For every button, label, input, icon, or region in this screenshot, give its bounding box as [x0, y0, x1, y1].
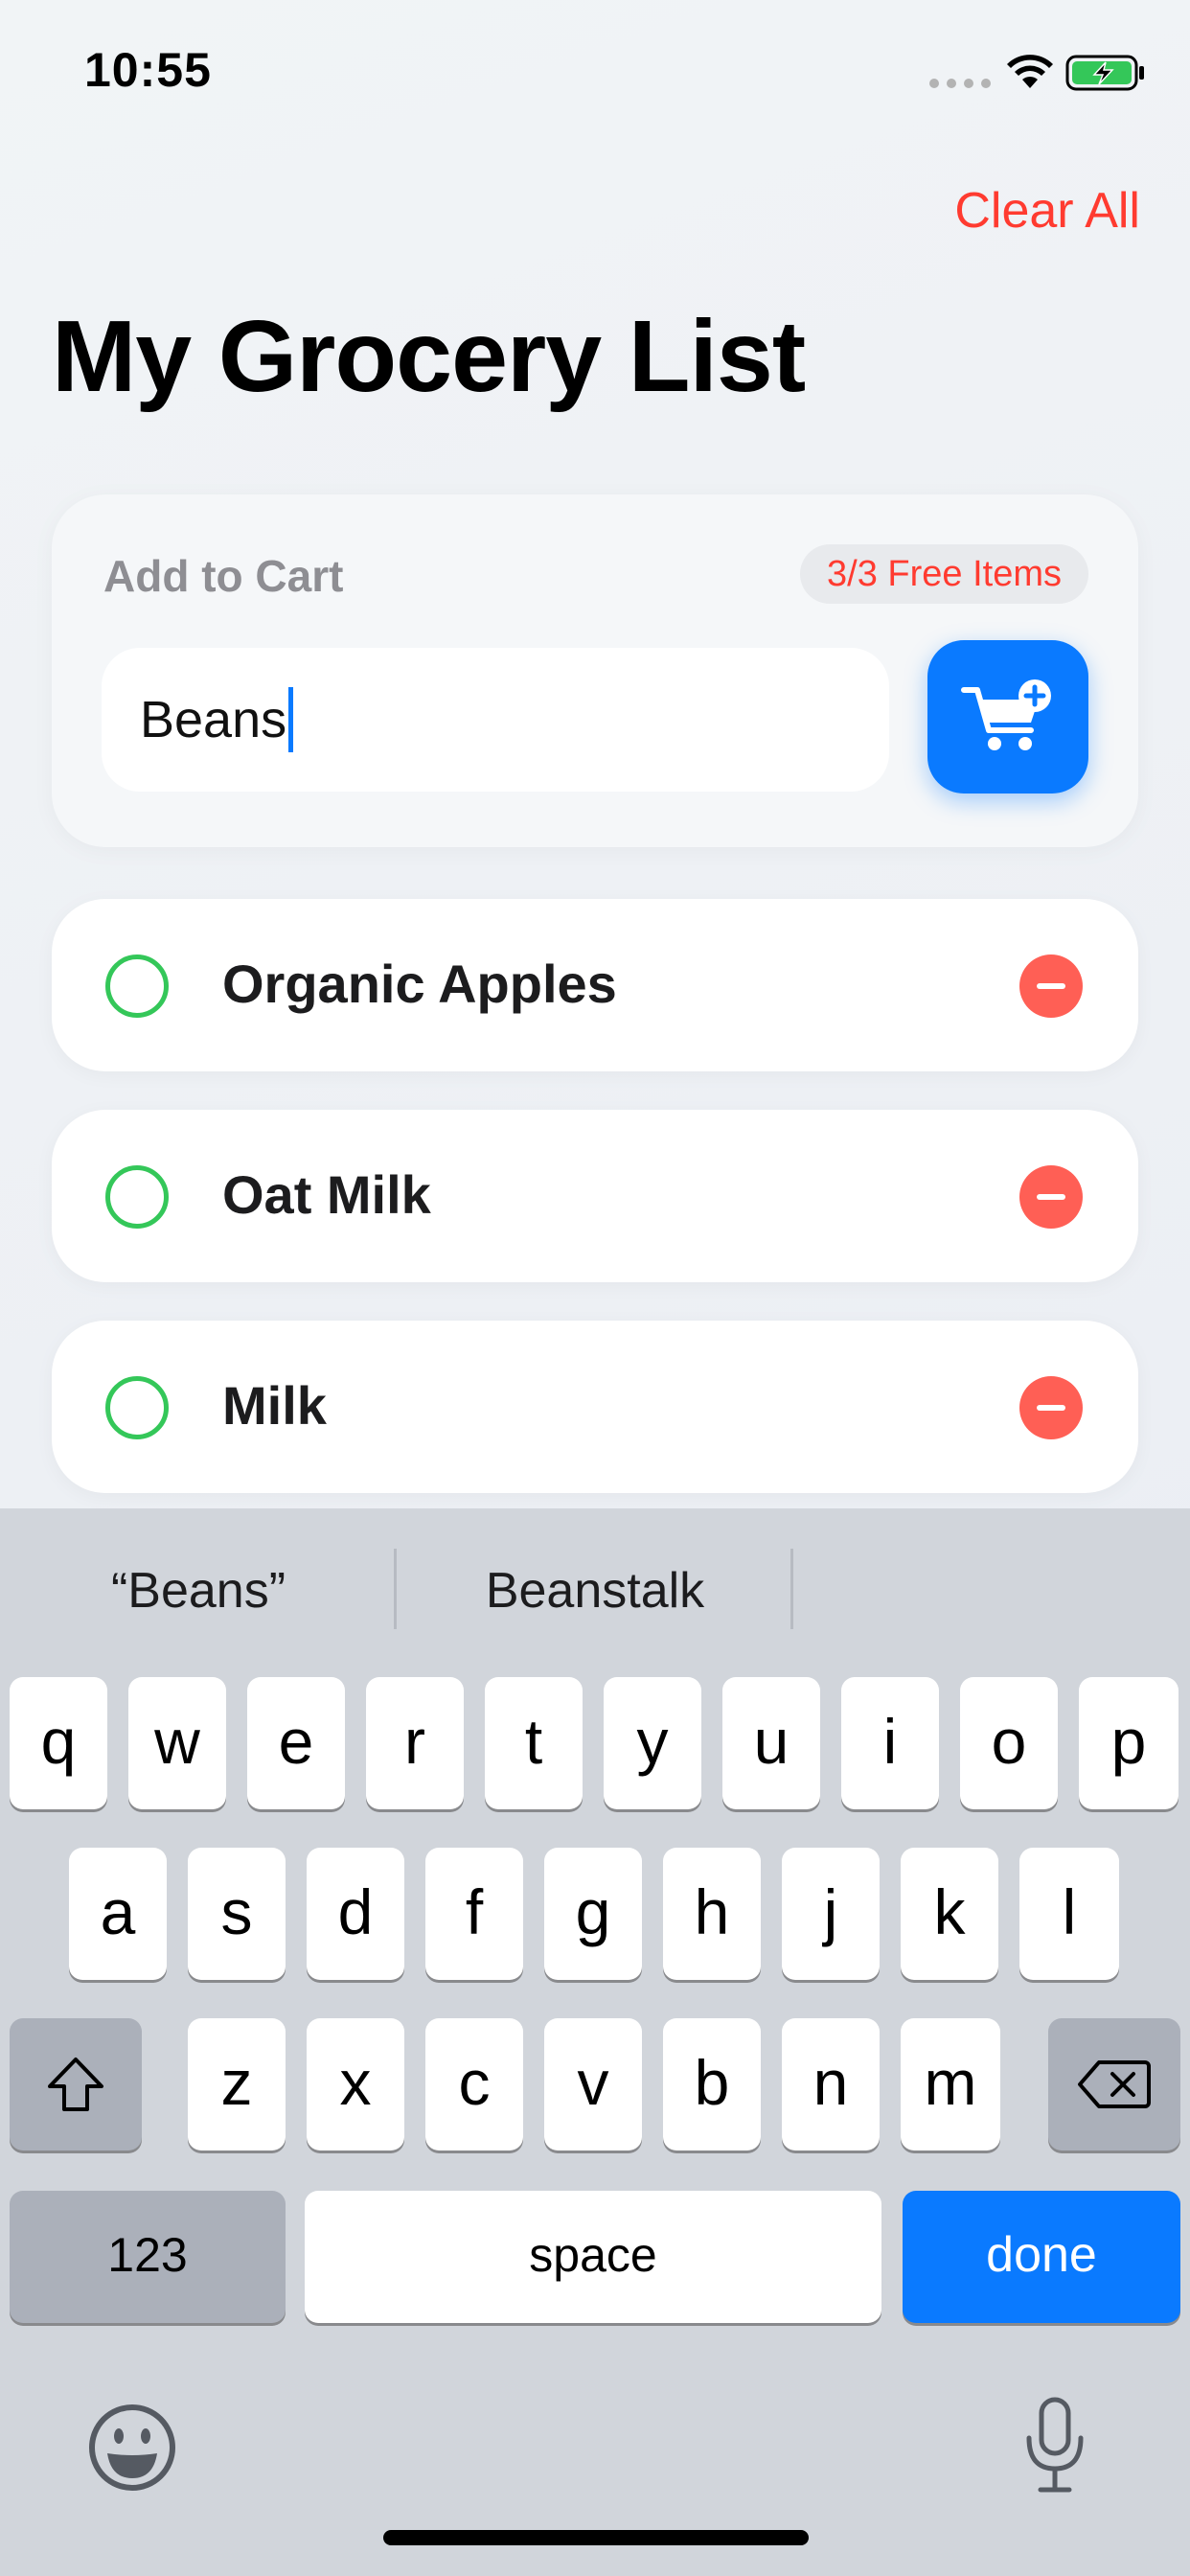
key-v[interactable]: v: [544, 2018, 642, 2150]
cart-plus-icon: [961, 679, 1051, 750]
list-item: Milk: [52, 1321, 1138, 1493]
key-d[interactable]: d: [307, 1848, 404, 1980]
shift-key[interactable]: [10, 2018, 142, 2150]
cellular-signal-icon: [929, 79, 991, 88]
wifi-icon: [1007, 55, 1053, 88]
checkbox-circle-icon[interactable]: [105, 1165, 169, 1229]
key-g[interactable]: g: [544, 1848, 642, 1980]
item-label: Organic Apples: [222, 954, 617, 1014]
key-b[interactable]: b: [663, 2018, 761, 2150]
key-z[interactable]: z: [188, 2018, 286, 2150]
numbers-key[interactable]: 123: [10, 2191, 286, 2323]
status-time: 10:55: [84, 43, 212, 97]
done-key[interactable]: done: [903, 2191, 1180, 2323]
key-a[interactable]: a: [69, 1848, 167, 1980]
key-x[interactable]: x: [307, 2018, 404, 2150]
key-t[interactable]: t: [485, 1677, 583, 1809]
checkbox-circle-icon[interactable]: [105, 954, 169, 1018]
key-y[interactable]: y: [604, 1677, 701, 1809]
status-bar: 10:55: [0, 0, 1190, 144]
add-to-cart-card: Add to Cart 3/3 Free Items Beans: [52, 494, 1138, 847]
key-f[interactable]: f: [425, 1848, 523, 1980]
text-caret: [288, 687, 294, 752]
home-indicator: [383, 2530, 809, 2545]
suggestion-quoted[interactable]: “Beans”: [0, 1562, 397, 1620]
remove-item-button[interactable]: [1019, 954, 1083, 1018]
item-input-value: Beans: [140, 691, 287, 748]
list-item: Oat Milk: [52, 1110, 1138, 1282]
key-j[interactable]: j: [782, 1848, 880, 1980]
suggestion-beanstalk[interactable]: Beanstalk: [397, 1562, 793, 1620]
key-q[interactable]: q: [10, 1677, 107, 1809]
key-k[interactable]: k: [901, 1848, 998, 1980]
page-title: My Grocery List: [52, 300, 806, 413]
battery-charging-icon: [1065, 55, 1144, 91]
list-item: Organic Apples: [52, 899, 1138, 1071]
delete-key[interactable]: [1048, 2018, 1180, 2150]
remove-item-button[interactable]: [1019, 1165, 1083, 1229]
shift-icon: [48, 2058, 103, 2111]
space-key[interactable]: space: [305, 2191, 881, 2323]
clear-all-button[interactable]: Clear All: [954, 182, 1140, 240]
key-m[interactable]: m: [901, 2018, 1000, 2150]
checkbox-circle-icon[interactable]: [105, 1376, 169, 1439]
key-e[interactable]: e: [247, 1677, 345, 1809]
add-to-cart-label: Add to Cart: [103, 551, 344, 601]
key-u[interactable]: u: [722, 1677, 820, 1809]
key-n[interactable]: n: [782, 2018, 880, 2150]
key-h[interactable]: h: [663, 1848, 761, 1980]
microphone-icon[interactable]: [1021, 2396, 1088, 2496]
key-l[interactable]: l: [1019, 1848, 1119, 1980]
remove-item-button[interactable]: [1019, 1376, 1083, 1439]
key-i[interactable]: i: [841, 1677, 939, 1809]
free-items-badge: 3/3 Free Items: [800, 544, 1088, 604]
key-w[interactable]: w: [128, 1677, 226, 1809]
emoji-icon[interactable]: [88, 2404, 176, 2492]
keyboard: “Beans” Beanstalk q w e r t y u i o p a …: [0, 1508, 1190, 2576]
key-c[interactable]: c: [425, 2018, 523, 2150]
key-p[interactable]: p: [1079, 1677, 1179, 1809]
suggestion-bar: “Beans” Beanstalk: [0, 1508, 1190, 1671]
backspace-icon: [1078, 2060, 1151, 2108]
item-input[interactable]: Beans: [102, 648, 889, 792]
suggestion-divider: [790, 1549, 793, 1629]
item-label: Oat Milk: [222, 1164, 431, 1225]
key-s[interactable]: s: [188, 1848, 286, 1980]
key-r[interactable]: r: [366, 1677, 464, 1809]
add-to-cart-button[interactable]: [927, 640, 1088, 794]
item-label: Milk: [222, 1375, 327, 1436]
key-o[interactable]: o: [960, 1677, 1058, 1809]
